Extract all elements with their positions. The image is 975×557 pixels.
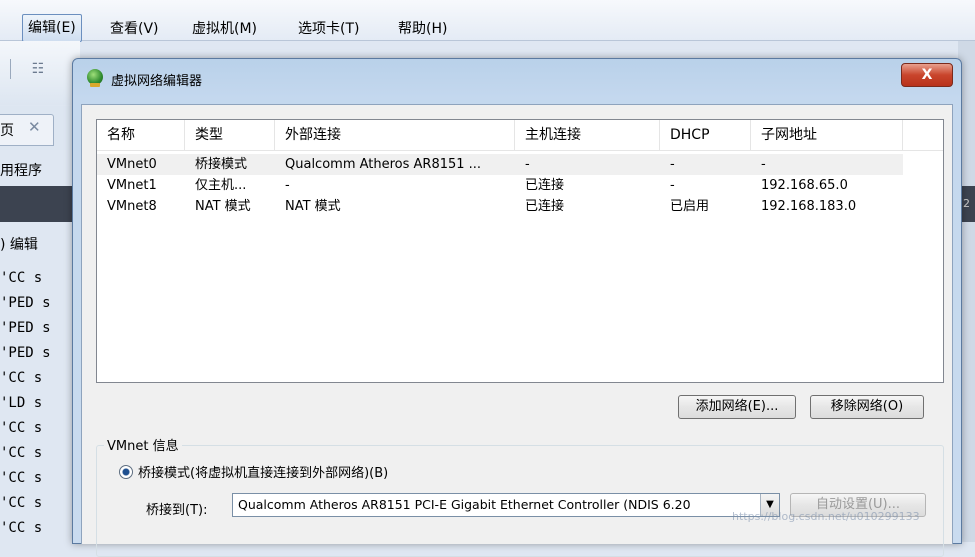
table-cell: - [525,157,530,172]
network-icon[interactable]: ☷ [30,61,46,77]
table-cell: - [670,157,675,172]
vm-console-bar [0,186,80,222]
close-button[interactable]: X [901,63,953,87]
add-network-button[interactable]: 添加网络(E)... [678,395,796,419]
col-name[interactable]: 名称 [97,120,185,150]
terminal-line: 'PED s [0,295,51,311]
table-cell: - [761,157,766,172]
terminal-output: 'CC s 'PED s 'PED s 'PED s 'CC s 'LD s 'CC s 'C… [0,266,80,541]
menu-view[interactable]: 查看(V) [110,20,159,38]
table-cell: NAT 模式 [285,199,341,214]
tab-close-icon[interactable]: ✕ [28,118,41,136]
terminal-line: 'CC s [0,495,43,511]
table-cell: 192.168.183.0 [761,199,857,214]
table-cell: 桥接模式 [195,157,248,172]
terminal-line: 'PED s [0,345,51,361]
table-cell: VMnet1 [107,178,157,193]
table-cell: 已启用 [670,199,710,214]
bridge-to-label: 桥接到(T): [146,503,208,518]
col-type[interactable]: 类型 [185,120,275,150]
virtual-network-editor-dialog: 虚拟网络编辑器 X 名称 类型 外部连接 主机连接 DHCP 子网地址 VMne… [72,58,962,557]
terminal-line: 'CC s [0,445,43,461]
tab-strip: 页 ✕ [0,106,80,150]
table-cell: NAT 模式 [195,199,251,214]
bridged-radio[interactable] [119,465,133,479]
remove-network-button[interactable]: 移除网络(O) [810,395,924,419]
network-globe-icon [87,69,103,87]
col-subnet[interactable]: 子网地址 [751,120,903,150]
table-cell: VMnet8 [107,199,157,214]
terminal-line: 'CC s [0,420,43,436]
table-cell: 192.168.65.0 [761,178,848,193]
col-dhcp[interactable]: DHCP [660,120,751,150]
bridge-to-select[interactable]: Qualcomm Atheros AR8151 PCI-E Gigabit Et… [232,493,780,517]
network-list[interactable]: 名称 类型 外部连接 主机连接 DHCP 子网地址 VMnet0 桥接模式 Qual… [96,119,944,383]
table-cell: 已连接 [525,178,565,193]
table-row[interactable]: VMnet1 仅主机... - 已连接 - 192.168.65.0 [97,175,903,196]
menu-edit[interactable]: 编辑(E) [22,14,82,42]
watermark: https://blog.csdn.net/u010299133 [732,510,920,523]
table-cell: - [670,178,675,193]
table-cell: - [285,178,290,193]
applications-label: 用程序 [0,163,42,179]
vmnet-info-label: VMnet 信息 [104,435,182,454]
col-external[interactable]: 外部连接 [275,120,515,150]
table-cell: 仅主机... [195,178,247,193]
menu-tabs[interactable]: 选项卡(T) [298,20,359,38]
menu-vm[interactable]: 虚拟机(M) [192,20,257,38]
menu-bar: 编辑(E) 查看(V) 虚拟机(M) 选项卡(T) 帮助(H) [0,0,975,42]
terminal-line: 'CC s [0,270,43,286]
table-cell: 已连接 [525,199,565,214]
menu-help[interactable]: 帮助(H) [398,20,447,38]
dialog-client-area: 名称 类型 外部连接 主机连接 DHCP 子网地址 VMnet0 桥接模式 Qual… [81,104,953,557]
terminal-line: 'CC s [0,370,43,386]
list-header: 名称 类型 外部连接 主机连接 DHCP 子网地址 [97,120,943,151]
terminal-line: 'CC s [0,520,43,536]
table-cell: VMnet0 [107,157,157,172]
terminal-line: 'CC s [0,470,43,486]
toolbar-separator [10,59,11,79]
bridged-radio-label[interactable]: 桥接模式(将虚拟机直接连接到外部网络)(B) [138,462,388,481]
tab-label: 页 [0,123,14,139]
toolbar: ☷ [0,41,80,105]
bridge-to-value: Qualcomm Atheros AR8151 PCI-E Gigabit Et… [238,497,691,512]
dialog-title: 虚拟网络编辑器 [111,74,203,89]
console-edit-menu[interactable]: ) 编辑 [0,234,38,254]
terminal-line: 'PED s [0,320,51,336]
table-row[interactable]: VMnet8 NAT 模式 NAT 模式 已连接 已启用 192.168.183.0 [97,196,903,217]
table-row[interactable]: VMnet0 桥接模式 Qualcomm Atheros AR8151 ... - - - [97,154,903,175]
table-cell: Qualcomm Atheros AR8151 ... [285,157,482,172]
col-host[interactable]: 主机连接 [515,120,660,150]
terminal-line: 'LD s [0,395,43,411]
